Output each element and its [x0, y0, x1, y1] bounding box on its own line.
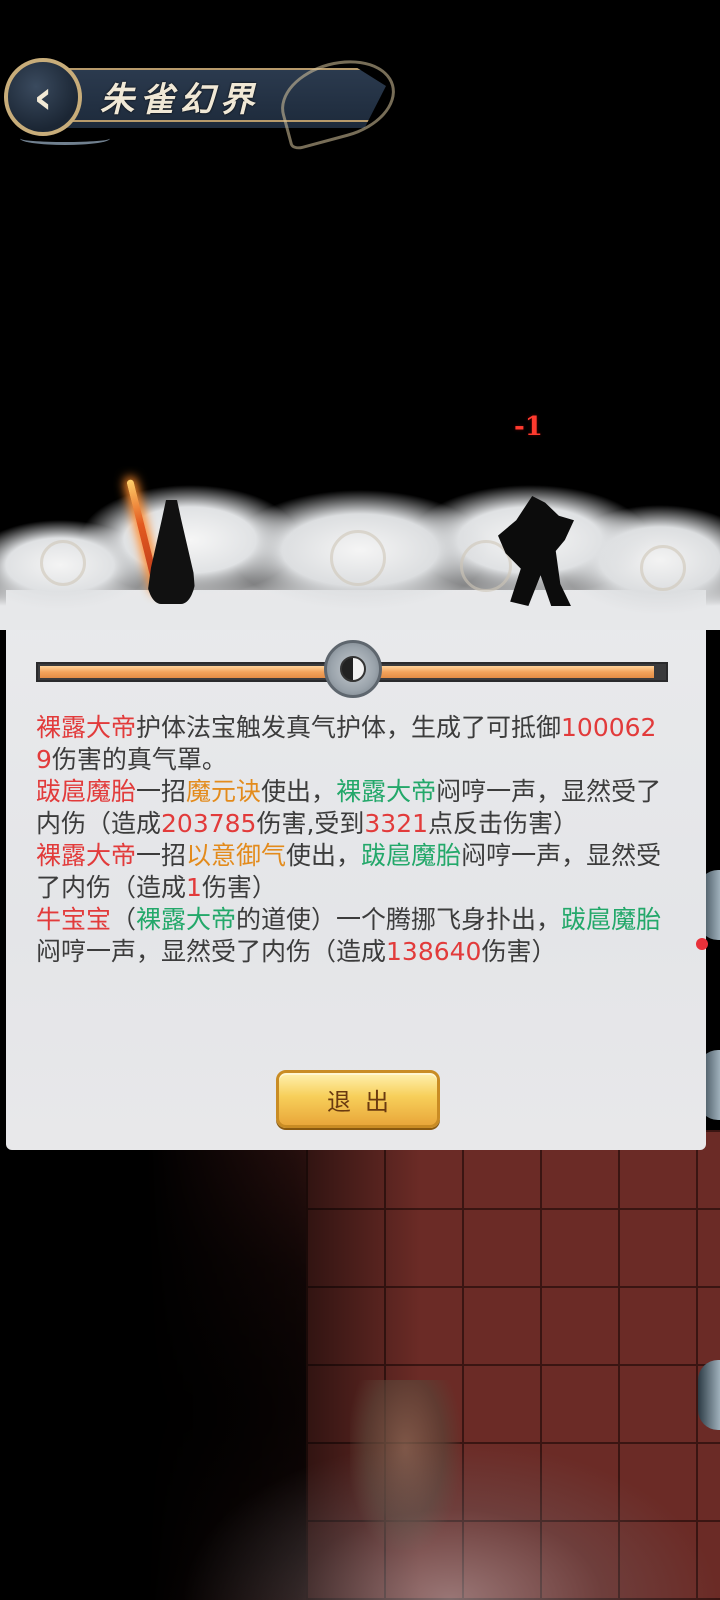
- log-entry: 牛宝宝（裸露大帝的道使）一个腾挪飞身扑出，跋扈魔胎闷哼一声，显然受了内伤（造成1…: [36, 904, 672, 968]
- yin-yang-core: [340, 656, 366, 682]
- log-segment: 裸露大帝: [136, 905, 237, 934]
- log-segment: 3321: [364, 809, 429, 838]
- log-segment: 点反击伤害）: [428, 809, 579, 838]
- log-segment: 跋扈魔胎: [361, 841, 462, 870]
- log-segment: 魔元诀: [186, 777, 262, 806]
- log-segment: 使出，: [261, 777, 337, 806]
- battle-board: [0, 1130, 720, 1600]
- log-segment: 护体法宝触发真气护体，生成了可抵御: [136, 713, 562, 742]
- cloud-header: [0, 470, 720, 630]
- log-segment: 伤害）: [481, 937, 557, 966]
- yin-yang-icon: [324, 640, 382, 698]
- log-segment: 的道使）一个腾挪飞身扑出，: [236, 905, 562, 934]
- log-segment: 伤害,受到: [256, 809, 365, 838]
- notification-dot: [696, 938, 708, 950]
- board-mist: [180, 1440, 720, 1600]
- log-segment: 闷哼一声，显然受了内伤（造成: [36, 937, 387, 966]
- back-button[interactable]: ‹: [4, 58, 82, 136]
- log-segment: 138640: [386, 937, 482, 966]
- log-segment: 203785: [161, 809, 257, 838]
- cloud-swirl: [330, 530, 386, 586]
- chevron-left-icon: ‹: [33, 70, 53, 124]
- log-segment: 跋扈魔胎: [36, 777, 137, 806]
- side-avatar[interactable]: [698, 1360, 720, 1430]
- log-segment: 跋扈魔胎: [561, 905, 662, 934]
- log-segment: 使出，: [286, 841, 362, 870]
- header-banner: ‹ 朱雀幻界: [0, 48, 410, 152]
- damage-popup: -1: [514, 412, 543, 442]
- log-segment: 牛宝宝: [36, 905, 112, 934]
- cloud-swirl-ornament: [272, 48, 404, 152]
- cloud-swirl: [640, 545, 686, 591]
- log-segment: 1: [186, 873, 202, 902]
- log-segment: （: [111, 905, 137, 934]
- log-segment: 一招: [136, 777, 187, 806]
- page-title: 朱雀幻界: [100, 80, 260, 120]
- log-segment: 伤害的真气罩。: [51, 745, 227, 774]
- battle-log: 裸露大帝护体法宝触发真气护体，生成了可抵御1000629伤害的真气罩。 跋扈魔胎一…: [36, 712, 672, 968]
- log-segment: 裸露大帝: [336, 777, 437, 806]
- log-entry: 跋扈魔胎一招魔元诀使出，裸露大帝闷哼一声，显然受了内伤（造成203785伤害,受…: [36, 776, 672, 840]
- log-segment: 裸露大帝: [36, 841, 137, 870]
- cloud-swirl: [40, 540, 86, 586]
- log-entry: 裸露大帝一招以意御气使出，跋扈魔胎闷哼一声，显然受了内伤（造成1伤害）: [36, 840, 672, 904]
- log-segment: 一招: [136, 841, 187, 870]
- exit-button[interactable]: 退出: [276, 1070, 440, 1128]
- log-entry: 裸露大帝护体法宝触发真气护体，生成了可抵御1000629伤害的真气罩。: [36, 712, 672, 776]
- log-segment: 以意御气: [186, 841, 287, 870]
- log-segment: 裸露大帝: [36, 713, 137, 742]
- log-segment: 伤害）: [201, 873, 277, 902]
